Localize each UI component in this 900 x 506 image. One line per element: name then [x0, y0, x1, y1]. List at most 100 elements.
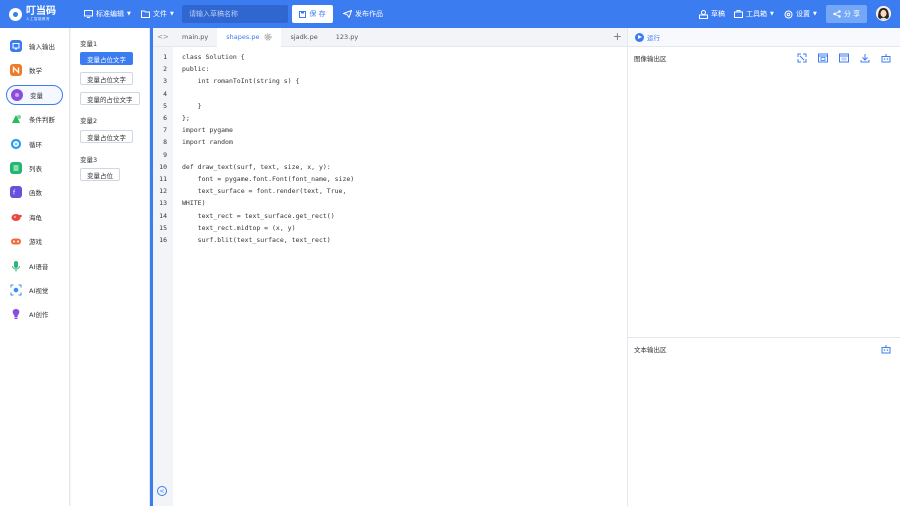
ai-vision-icon	[10, 284, 22, 296]
io-icon	[10, 40, 22, 52]
line-number: 5	[163, 101, 167, 110]
window-layout-button[interactable]	[817, 52, 829, 64]
sidebar-item-io[interactable]: 输入输出	[6, 36, 63, 56]
line-number: 14	[159, 211, 167, 220]
tab-123-py[interactable]: 123.py	[327, 28, 367, 47]
list-icon	[10, 161, 22, 174]
code-line[interactable]: };	[182, 114, 190, 122]
panel-divider[interactable]	[628, 337, 900, 338]
save-button[interactable]: 保 存	[292, 5, 333, 23]
code-line[interactable]: surf.blit(text_surface, text_rect)	[182, 236, 331, 244]
editor-mode-dropdown[interactable]: 标准编辑 ▼	[84, 0, 131, 28]
tab-main-py[interactable]: main.py	[173, 28, 217, 47]
sidebar-item-condition[interactable]: 条件判断	[6, 109, 63, 129]
robot-icon	[881, 54, 891, 63]
sidebar-item-function[interactable]: f 函数	[6, 182, 63, 202]
variable-block[interactable]: 变量占位文字	[80, 72, 133, 85]
code-line[interactable]: font = pygame.font.Font(font_name, size)	[182, 175, 355, 183]
drafts-button[interactable]: 草稿	[699, 0, 725, 28]
draft-name-input[interactable]	[182, 5, 288, 23]
sidebar-item-label: AI语音	[29, 262, 49, 271]
drafts-icon	[699, 9, 708, 19]
collapse-panel-button[interactable]: <	[157, 486, 167, 496]
sidebar-item-label: 变量	[30, 91, 43, 100]
avatar-icon	[877, 7, 890, 20]
publish-label: 发布作品	[355, 10, 383, 18]
sidebar-item-label: 条件判断	[29, 116, 55, 125]
sidebar-item-label: 数学	[29, 67, 42, 76]
play-icon[interactable]	[635, 32, 644, 42]
share-button[interactable]: 分 享	[826, 5, 867, 23]
settings-label: 设置	[796, 10, 810, 18]
send-icon	[343, 10, 352, 18]
ai-create-icon	[10, 308, 22, 320]
settings-dropdown[interactable]: 设置 ▼	[784, 0, 817, 28]
save-label: 保 存	[309, 10, 326, 18]
code-line[interactable]: import random	[182, 138, 233, 146]
chevron-down-icon: ▼	[127, 11, 131, 17]
robot-icon	[881, 345, 891, 354]
fullscreen-button[interactable]	[796, 52, 808, 64]
chevron-down-icon: ▼	[170, 11, 174, 17]
variable-block[interactable]: 变量占位	[80, 168, 120, 181]
code-brackets-icon: <>	[157, 33, 169, 41]
sidebar-item-math[interactable]: 数学	[6, 60, 63, 80]
variable-block[interactable]: 变量的占位文字	[80, 92, 140, 105]
code-line[interactable]: text_rect.midtop = (x, y)	[182, 224, 296, 232]
sidebar-item-ai-vision[interactable]: AI视觉	[6, 280, 63, 300]
tab-sjadk-pe[interactable]: sjadk.pe	[281, 28, 326, 47]
code-line[interactable]: text_rect = text_surface.get_rect()	[182, 212, 335, 220]
publish-button[interactable]: 发布作品	[343, 0, 383, 28]
loop-icon	[10, 138, 22, 150]
run-button[interactable]: 运行	[647, 32, 660, 42]
sidebar-item-list[interactable]: 列表	[6, 158, 63, 178]
app-logo[interactable]: 叮当码 人工智能教育	[0, 0, 72, 28]
add-tab-button[interactable]: +	[613, 31, 622, 42]
game-icon	[10, 235, 22, 247]
monitor-icon	[84, 10, 93, 18]
code-line[interactable]: import pygame	[182, 126, 233, 134]
split-window-icon	[839, 53, 849, 63]
code-view-toggle[interactable]: <>	[153, 33, 173, 41]
window-icon	[818, 53, 828, 63]
variable-block[interactable]: 变量占位文字	[80, 52, 133, 65]
line-number-gutter: 1 2 3 4 5 6 7 8 9 10 11 12 13 14 15 16	[153, 47, 173, 506]
image-output-title: 图像输出区	[634, 55, 667, 63]
code-line[interactable]: class Solution {	[182, 53, 245, 61]
sidebar-item-game[interactable]: 游戏	[6, 231, 63, 251]
tab-shapes-pe[interactable]: shapes.pe	[217, 27, 282, 47]
sidebar-item-loop[interactable]: 循环	[6, 134, 63, 154]
code-editor[interactable]: class Solution { public: int romanToInt(s…	[173, 47, 627, 506]
sidebar-item-label: 列表	[29, 164, 42, 173]
sidebar-item-ai-create[interactable]: AI创作	[6, 304, 63, 324]
user-avatar[interactable]	[876, 6, 891, 21]
code-line[interactable]: public:	[182, 65, 209, 73]
turtle-icon	[10, 211, 22, 223]
sidebar-item-variable[interactable]: 变量	[6, 84, 63, 105]
condition-icon	[10, 113, 22, 125]
toolbox-dropdown[interactable]: 工具箱 ▼	[734, 0, 774, 28]
split-layout-button[interactable]	[838, 52, 850, 64]
sidebar-item-label: 循环	[29, 140, 42, 149]
ai-voice-icon	[10, 260, 22, 272]
gear-icon[interactable]	[264, 33, 272, 41]
file-menu[interactable]: 文件 ▼	[141, 0, 174, 28]
robot-button[interactable]	[880, 52, 892, 64]
sidebar-item-ai-voice[interactable]: AI语音	[6, 256, 63, 276]
sidebar-item-turtle[interactable]: 海龟	[6, 207, 63, 227]
function-icon: f	[10, 186, 22, 199]
expand-icon	[797, 53, 807, 63]
variable-block[interactable]: 变量占位文字	[80, 130, 133, 143]
code-line[interactable]: text_surface = font.render(text, True,	[182, 187, 347, 195]
line-number: 2	[163, 65, 167, 74]
save-icon	[299, 10, 307, 18]
download-button[interactable]	[859, 52, 871, 64]
code-line[interactable]: WHITE)	[182, 199, 205, 207]
robot-button[interactable]	[880, 343, 892, 355]
code-line[interactable]: int romanToInt(string s) {	[182, 77, 300, 85]
line-number: 15	[159, 223, 167, 232]
code-line[interactable]: }	[182, 102, 202, 110]
code-line[interactable]: def draw_text(surf, text, size, x, y):	[182, 163, 331, 171]
sidebar-item-label: 游戏	[29, 238, 42, 247]
logo-name: 叮当码	[26, 5, 56, 17]
